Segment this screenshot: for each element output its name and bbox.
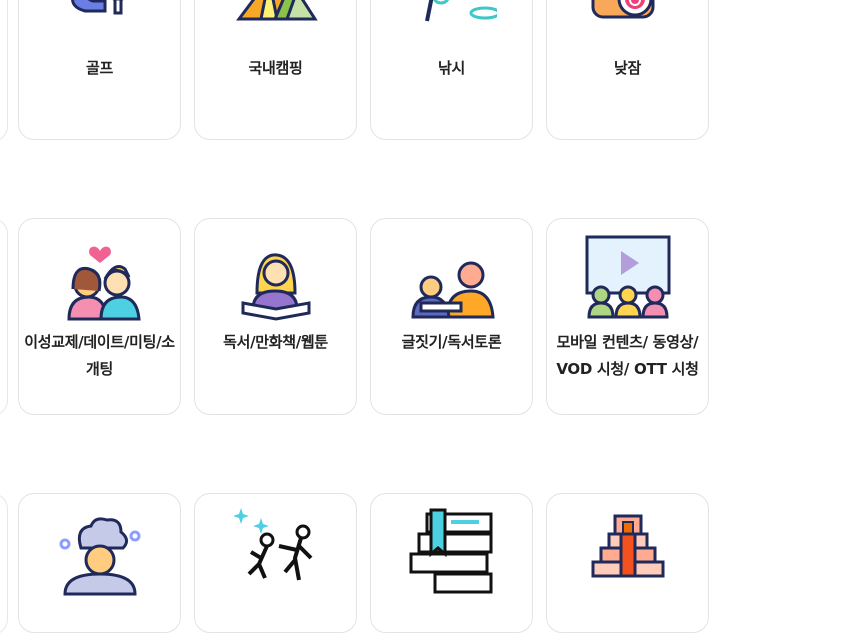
- hobby-card-books[interactable]: [370, 493, 533, 633]
- couple-dating-icon: [55, 233, 145, 323]
- partial-card-left-row2[interactable]: [0, 218, 8, 416]
- writing-discussion-icon: [407, 233, 497, 323]
- nap-alarm-clock-icon: [583, 0, 673, 41]
- hobby-label: 국내캠핑: [248, 59, 303, 77]
- hobby-card-reading[interactable]: 독서/만화책/웹툰: [194, 218, 357, 415]
- hobby-card-dance[interactable]: [194, 493, 357, 633]
- partial-card-left-row1[interactable]: [0, 0, 8, 142]
- hobby-label: 독서/만화책/웹툰: [223, 333, 328, 351]
- hobby-card-golf[interactable]: 골프: [18, 0, 181, 140]
- books-stack-icon: [407, 508, 497, 598]
- golf-icon: [55, 0, 145, 41]
- hobby-label: 글짓기/독서토론: [401, 333, 502, 351]
- hobby-card-sauna[interactable]: [18, 493, 181, 633]
- hobby-label: 낮잠: [613, 59, 641, 77]
- hobby-card-writing[interactable]: 글짓기/독서토론: [370, 218, 533, 415]
- hobby-label: 낚시: [437, 59, 465, 77]
- hobby-card-temple[interactable]: [546, 493, 709, 633]
- camping-tent-icon: [231, 0, 321, 41]
- partial-card-left-row3[interactable]: [0, 493, 8, 635]
- hobby-label: 모바일 컨텐츠/ 동영상/ VOD 시청/ OTT 시청: [556, 333, 699, 378]
- video-screen-audience-icon: [583, 233, 673, 323]
- hobby-card-nap[interactable]: 낮잠: [546, 0, 709, 140]
- hobby-card-camping[interactable]: 국내캠핑: [194, 0, 357, 140]
- hobby-card-dating[interactable]: 이성교제/데이트/미팅/소개팅: [18, 218, 181, 415]
- dance-jump-icon: [231, 502, 321, 592]
- hobby-card-fishing[interactable]: 낚시: [370, 0, 533, 140]
- fishing-icon: [407, 0, 497, 41]
- sauna-spa-icon: [55, 508, 145, 598]
- pyramid-temple-icon: [583, 508, 673, 598]
- hobby-card-video[interactable]: 모바일 컨텐츠/ 동영상/ VOD 시청/ OTT 시청: [546, 218, 709, 415]
- hobby-label: 골프: [85, 59, 113, 77]
- reading-book-icon: [231, 233, 321, 323]
- hobby-label: 이성교제/데이트/미팅/소개팅: [24, 333, 175, 378]
